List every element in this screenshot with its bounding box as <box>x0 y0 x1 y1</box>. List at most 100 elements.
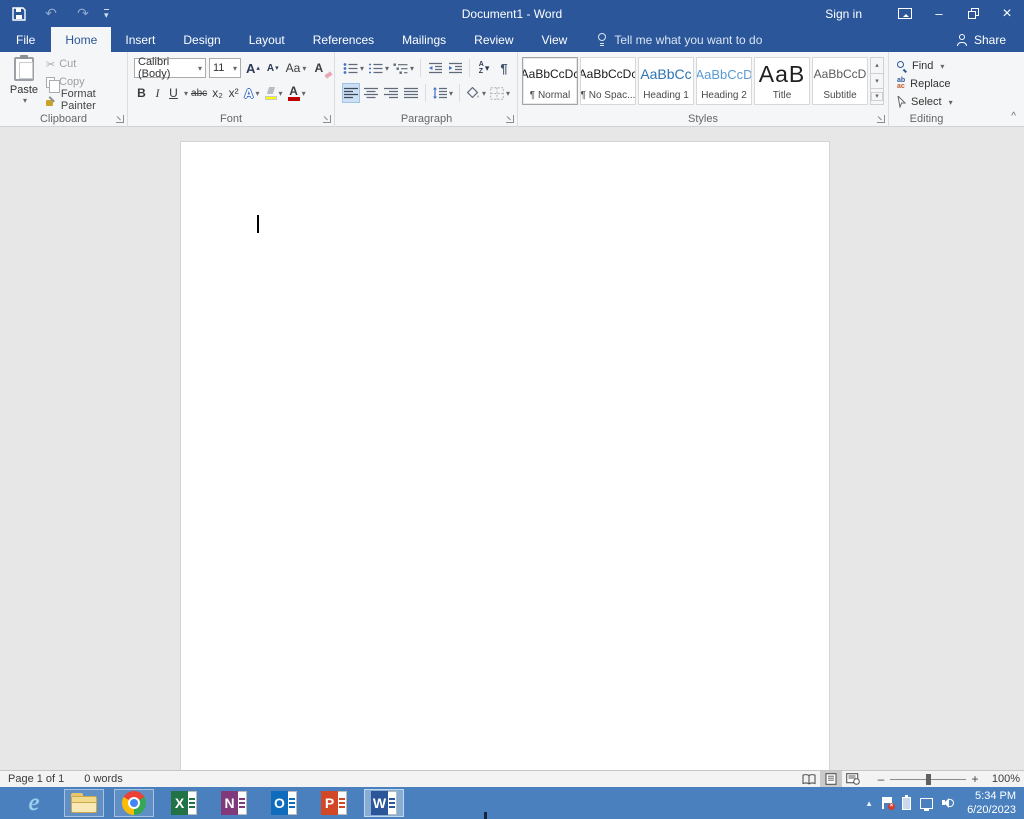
text-effects-button[interactable]: A▾ <box>242 83 261 103</box>
align-right-button[interactable] <box>382 83 400 103</box>
bold-button[interactable]: B <box>134 83 149 103</box>
justify-button[interactable] <box>402 83 420 103</box>
battery-icon[interactable] <box>902 797 911 810</box>
share-button[interactable]: Share <box>957 27 1024 52</box>
action-center-flag-icon[interactable]: × <box>882 797 893 809</box>
taskbar-chrome-icon[interactable] <box>114 789 154 817</box>
collapse-ribbon-icon[interactable]: ^ <box>1011 111 1016 122</box>
taskbar-excel-icon[interactable]: X <box>164 789 204 817</box>
styles-gallery-more-icon[interactable]: ▾ <box>870 89 884 105</box>
grow-font-button[interactable]: A▴ <box>244 58 262 78</box>
font-dialog-launcher-icon[interactable] <box>323 115 331 123</box>
select-dropdown-icon[interactable]: ▾ <box>949 98 953 107</box>
style-subtitle[interactable]: AaBbCcD Subtitle <box>812 57 868 105</box>
paste-button[interactable]: Paste ▾ <box>6 56 42 114</box>
tab-home[interactable]: Home <box>51 27 111 52</box>
sign-in-button[interactable]: Sign in <box>825 7 862 21</box>
style-heading-1[interactable]: AaBbCc Heading 1 <box>638 57 694 105</box>
document-page[interactable] <box>180 141 830 770</box>
read-mode-button[interactable] <box>798 771 820 787</box>
taskbar-clock[interactable]: 5:34 PM 6/20/2023 <box>967 789 1016 817</box>
highlight-color-button[interactable]: ▾ <box>263 83 285 103</box>
cut-button[interactable]: ✂ Cut <box>46 57 127 71</box>
minimize-button[interactable]: – <box>922 0 956 27</box>
shrink-font-button[interactable]: A▾ <box>265 58 281 78</box>
tab-mailings[interactable]: Mailings <box>388 27 460 52</box>
word-count-indicator[interactable]: 0 words <box>84 773 123 785</box>
close-button[interactable]: × <box>990 0 1024 27</box>
strikethrough-button[interactable]: abc <box>189 83 209 103</box>
page-count-indicator[interactable]: Page 1 of 1 <box>8 773 64 785</box>
zoom-out-button[interactable]: – <box>874 772 888 786</box>
select-button[interactable]: Select ▾ <box>897 94 953 110</box>
restore-button[interactable] <box>956 0 990 27</box>
superscript-button[interactable]: x² <box>226 83 241 103</box>
network-icon[interactable] <box>920 798 933 809</box>
style-no-spacing[interactable]: AaBbCcDc ¶ No Spac... <box>580 57 636 105</box>
styles-scroll-down-icon[interactable]: ▾ <box>870 74 884 90</box>
font-name-combobox[interactable]: Calibri (Body) ▾ <box>134 58 206 78</box>
tab-references[interactable]: References <box>299 27 388 52</box>
shading-button[interactable]: ▾ <box>465 83 487 103</box>
find-button[interactable]: Find ▾ <box>897 58 944 74</box>
tab-layout[interactable]: Layout <box>235 27 299 52</box>
subscript-button[interactable]: x₂ <box>210 83 225 103</box>
style-title[interactable]: AaB Title <box>754 57 810 105</box>
tab-design[interactable]: Design <box>169 27 234 52</box>
taskbar-internet-explorer-icon[interactable]: e <box>14 789 54 817</box>
align-left-button[interactable] <box>342 83 360 103</box>
undo-icon[interactable]: ↶ <box>40 3 62 25</box>
font-name-dropdown-icon[interactable]: ▾ <box>198 64 202 73</box>
increase-indent-button[interactable] <box>446 58 464 78</box>
tab-file[interactable]: File <box>0 27 51 52</box>
zoom-slider-thumb[interactable] <box>926 774 931 785</box>
show-hidden-icons-icon[interactable]: ▲ <box>865 799 873 808</box>
clipboard-dialog-launcher-icon[interactable] <box>116 115 124 123</box>
numbering-button[interactable]: ▾ <box>367 58 390 78</box>
font-size-combobox[interactable]: 11 ▾ <box>209 58 241 78</box>
customize-quick-access-icon[interactable]: ▾ <box>104 9 109 19</box>
clear-formatting-button[interactable]: A <box>311 58 326 78</box>
format-painter-button[interactable]: Format Painter <box>46 93 127 107</box>
change-case-button[interactable]: Aa▾ <box>284 58 309 78</box>
zoom-in-button[interactable]: + <box>968 772 982 786</box>
save-icon[interactable] <box>8 3 30 25</box>
taskbar-word-icon[interactable]: W <box>364 789 404 817</box>
align-center-button[interactable] <box>362 83 380 103</box>
font-size-dropdown-icon[interactable]: ▾ <box>233 64 237 73</box>
taskbar-outlook-icon[interactable]: O <box>264 789 304 817</box>
find-dropdown-icon[interactable]: ▾ <box>940 62 944 71</box>
underline-dropdown-icon[interactable]: ▾ <box>184 89 188 98</box>
zoom-slider-track[interactable] <box>890 779 966 780</box>
tab-review[interactable]: Review <box>460 27 527 52</box>
web-layout-button[interactable] <box>842 771 864 787</box>
decrease-indent-button[interactable] <box>426 58 444 78</box>
style-heading-2[interactable]: AaBbCcD Heading 2 <box>696 57 752 105</box>
taskbar-file-explorer-icon[interactable] <box>64 789 104 817</box>
taskbar-onenote-icon[interactable]: N <box>214 789 254 817</box>
underline-button[interactable]: U <box>166 83 181 103</box>
redo-icon[interactable]: ↷ <box>72 3 94 25</box>
tab-insert[interactable]: Insert <box>111 27 169 52</box>
print-layout-button[interactable] <box>820 771 842 787</box>
ribbon-display-options-icon[interactable] <box>888 0 922 27</box>
zoom-level-indicator[interactable]: 100% <box>986 773 1020 785</box>
replace-button[interactable]: abac Replace <box>897 76 951 92</box>
sort-button[interactable]: AZ ▾ <box>475 58 493 78</box>
tab-view[interactable]: View <box>528 27 582 52</box>
styles-scroll-up-icon[interactable]: ▴ <box>870 57 884 74</box>
font-color-button[interactable]: A ▾ <box>286 83 308 103</box>
tell-me-box[interactable]: Tell me what you want to do <box>597 27 762 52</box>
bullets-button[interactable]: ▾ <box>342 58 365 78</box>
paste-dropdown-icon[interactable]: ▾ <box>23 96 27 105</box>
style-normal[interactable]: AaBbCcDc ¶ Normal <box>522 57 578 105</box>
copy-button[interactable]: Copy <box>46 75 127 89</box>
borders-button[interactable]: ▾ <box>489 83 511 103</box>
speaker-icon[interactable] <box>942 797 954 809</box>
taskbar-powerpoint-icon[interactable]: P <box>314 789 354 817</box>
document-area[interactable] <box>0 127 1024 770</box>
italic-button[interactable]: I <box>150 83 165 103</box>
multilevel-list-button[interactable]: ▾ <box>392 58 415 78</box>
paragraph-dialog-launcher-icon[interactable] <box>506 115 514 123</box>
show-hide-pilcrow-button[interactable]: ¶ <box>495 58 513 78</box>
